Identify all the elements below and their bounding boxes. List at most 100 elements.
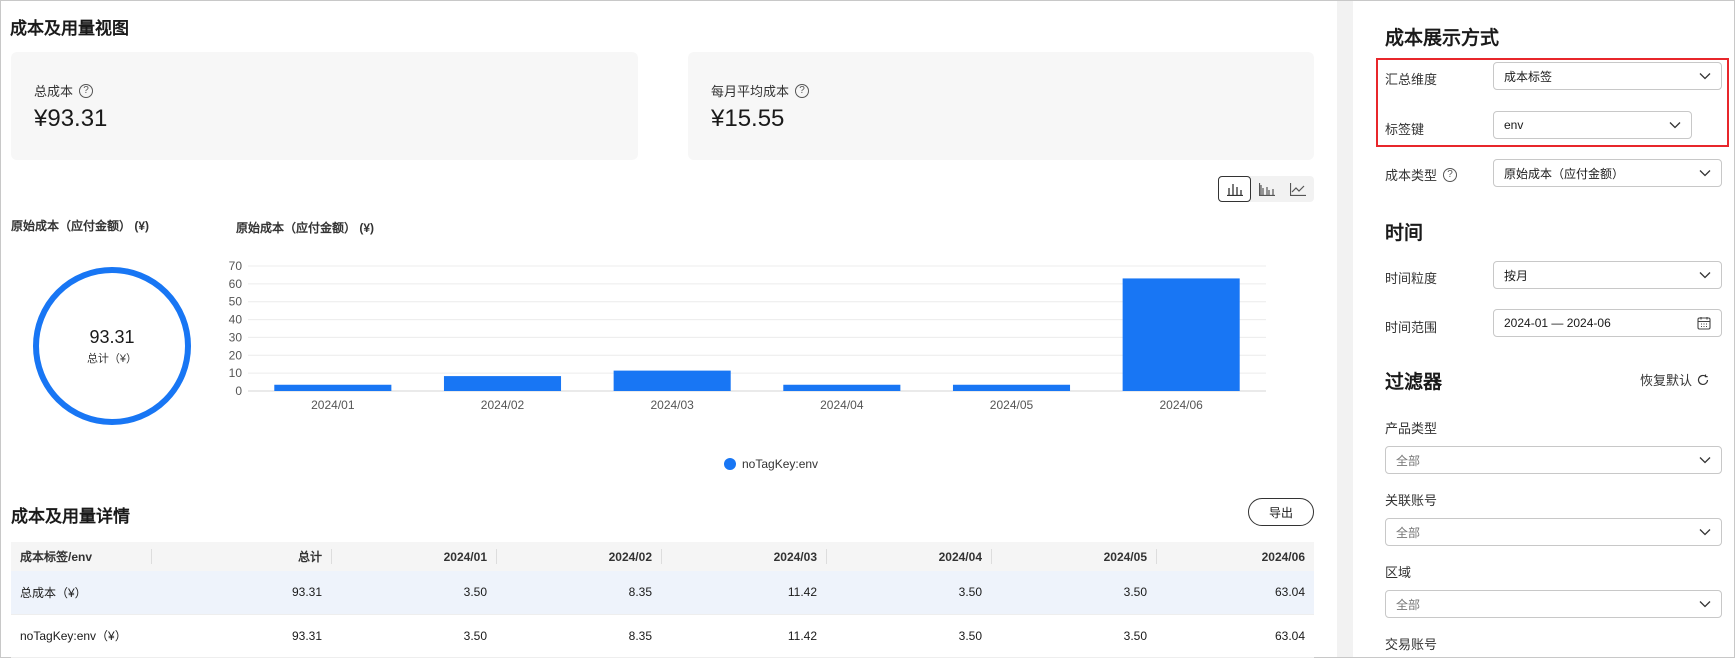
help-icon[interactable]: ?	[1443, 167, 1458, 182]
bar[interactable]	[274, 384, 392, 391]
table-header[interactable]: 成本标签/env	[11, 542, 151, 571]
y-tick-label: 30	[229, 330, 243, 344]
tagkey-select-value: env	[1504, 118, 1524, 132]
monthly-average-label: 每月平均成本	[711, 84, 790, 99]
chart-legend[interactable]: noTagKey:env	[724, 457, 818, 471]
help-icon[interactable]: ?	[79, 83, 94, 98]
bar[interactable]	[613, 370, 731, 391]
tagkey-label: 标签键	[1385, 122, 1425, 137]
costtype-label-row: 成本类型 ?	[1385, 165, 1458, 184]
dimension-select[interactable]: 成本标签	[1493, 62, 1722, 90]
bar-chart-caption: 原始成本（应付金额） (¥)	[236, 221, 375, 235]
x-tick-label: 2024/06	[1159, 398, 1203, 412]
costtype-label: 成本类型	[1385, 168, 1438, 183]
table-cell: 3.50	[331, 571, 496, 615]
granularity-select-value: 按月	[1504, 268, 1529, 283]
table-header[interactable]: 2024/05	[991, 542, 1156, 571]
filter-label-product: 产品类型	[1385, 421, 1438, 436]
table-row: 总成本（¥） 93.31 3.50 8.35 11.42 3.50 3.50 6…	[11, 571, 1314, 615]
tagkey-select[interactable]: env	[1493, 111, 1692, 139]
table-cell: 63.04	[1156, 571, 1314, 615]
chart-type-toggle	[1218, 176, 1314, 202]
donut-total-value: 93.31	[89, 326, 135, 347]
filter-select-product[interactable]: 全部	[1385, 446, 1722, 474]
bar[interactable]	[1122, 278, 1240, 391]
bar[interactable]	[443, 376, 562, 391]
y-tick-label: 40	[229, 313, 243, 327]
donut-total-label: 总计（¥）	[86, 352, 138, 365]
line-chart-icon	[1290, 183, 1307, 196]
chevron-down-icon	[1699, 272, 1711, 279]
y-tick-label: 70	[229, 259, 243, 273]
total-cost-label-row: 总成本 ?	[34, 81, 94, 100]
granularity-select[interactable]: 按月	[1493, 261, 1722, 289]
display-mode-title: 成本展示方式	[1385, 28, 1500, 49]
monthly-average-value: ¥15.55	[711, 105, 785, 132]
costtype-select-value: 原始成本（应付金额）	[1504, 166, 1625, 181]
y-tick-label: 60	[229, 277, 243, 291]
table-header-row: 成本标签/env 总计 2024/01 2024/02 2024/03 2024…	[11, 542, 1314, 571]
table-cell: 93.31	[151, 571, 331, 615]
filter-label-region: 区域	[1385, 565, 1412, 580]
donut-chart: 93.31 总计（¥）	[29, 263, 195, 429]
page-title: 成本及用量视图	[10, 19, 129, 38]
table-cell: 3.50	[826, 614, 991, 658]
help-icon[interactable]: ?	[795, 83, 810, 98]
table-header[interactable]: 总计	[151, 542, 331, 571]
bar[interactable]	[952, 384, 1071, 391]
table-cell: 8.35	[496, 571, 661, 615]
monthly-average-label-row: 每月平均成本 ?	[711, 81, 810, 100]
chart-type-grouped[interactable]	[1251, 176, 1282, 202]
y-tick-label: 0	[235, 384, 242, 398]
bar[interactable]	[783, 384, 901, 391]
y-tick-label: 20	[229, 348, 243, 362]
table-cell: 63.04	[1156, 614, 1314, 658]
filter-title: 过滤器	[1385, 372, 1443, 393]
range-picker-value: 2024-01 — 2024-06	[1504, 316, 1611, 330]
chevron-down-icon	[1669, 122, 1681, 129]
donut-center: 93.31 总计（¥）	[29, 263, 195, 429]
granularity-label: 时间粒度	[1385, 271, 1438, 286]
filter-select-value: 全部	[1396, 453, 1421, 468]
x-tick-label: 2024/01	[311, 398, 355, 412]
table-cell: 总成本（¥）	[11, 571, 151, 615]
sidebar-divider	[1337, 1, 1353, 657]
x-tick-label: 2024/05	[990, 398, 1034, 412]
table-header[interactable]: 2024/02	[496, 542, 661, 571]
table-header[interactable]: 2024/03	[661, 542, 826, 571]
chevron-down-icon	[1699, 529, 1711, 536]
table-header[interactable]: 2024/01	[331, 542, 496, 571]
export-button[interactable]: 导出	[1248, 498, 1314, 526]
y-tick-label: 50	[229, 295, 243, 309]
main-panel: 成本及用量视图 总成本 ? ¥93.31 每月平均成本 ? ¥15.55 原始成…	[1, 1, 1337, 658]
legend-label: noTagKey:env	[742, 457, 819, 471]
details-title: 成本及用量详情	[11, 507, 130, 526]
reset-default-label: 恢复默认	[1640, 373, 1693, 388]
total-cost-label: 总成本	[34, 84, 74, 99]
chart-type-bar[interactable]	[1218, 176, 1252, 202]
dimension-select-value: 成本标签	[1504, 69, 1553, 84]
time-title: 时间	[1385, 223, 1424, 244]
table-cell: 11.42	[661, 614, 826, 658]
table-cell: 3.50	[991, 571, 1156, 615]
donut-chart-caption: 原始成本（应付金额） (¥)	[11, 219, 150, 233]
table-header[interactable]: 2024/06	[1156, 542, 1314, 571]
total-cost-card: 总成本 ? ¥93.31	[11, 52, 638, 160]
monthly-average-card: 每月平均成本 ? ¥15.55	[688, 52, 1314, 160]
filter-label-transaction-account: 交易账号	[1385, 637, 1438, 652]
table-cell: 3.50	[991, 614, 1156, 658]
table-cell: 3.50	[331, 614, 496, 658]
reset-default-link[interactable]: 恢复默认	[1640, 370, 1709, 389]
filter-select-region[interactable]: 全部	[1385, 590, 1722, 618]
costtype-select[interactable]: 原始成本（应付金额）	[1493, 159, 1722, 187]
filter-select-linked-account[interactable]: 全部	[1385, 518, 1722, 546]
dimension-label: 汇总维度	[1385, 72, 1438, 87]
range-picker[interactable]: 2024-01 — 2024-06	[1493, 309, 1722, 337]
detail-table: 成本标签/env 总计 2024/01 2024/02 2024/03 2024…	[11, 542, 1314, 658]
chevron-down-icon	[1699, 170, 1711, 177]
chart-type-line[interactable]	[1283, 176, 1314, 202]
bar-chart-icon	[1226, 184, 1243, 196]
filter-select-value: 全部	[1396, 525, 1421, 540]
table-cell: noTagKey:env（¥）	[11, 614, 151, 658]
table-header[interactable]: 2024/04	[826, 542, 991, 571]
